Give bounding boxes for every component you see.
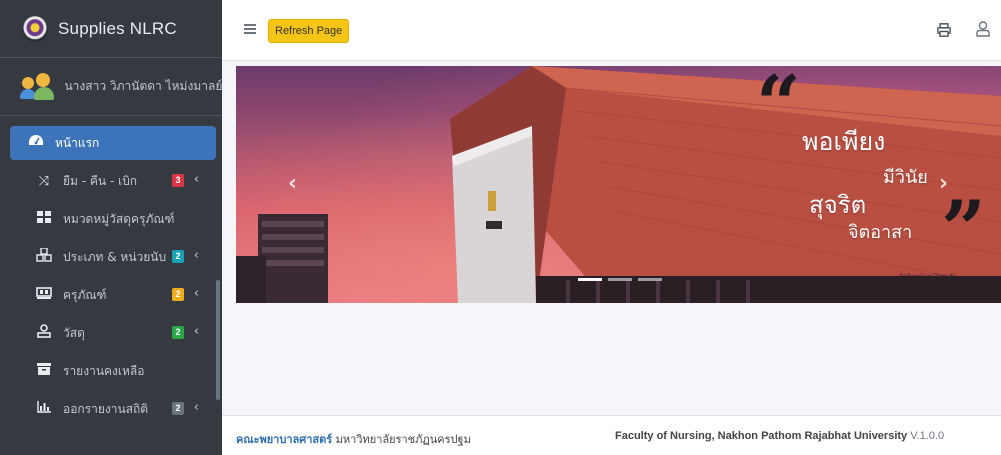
chevron-left-icon: ‹ [193, 286, 199, 301]
carousel-prev-icon[interactable]: ‹ [288, 171, 297, 196]
sidebar-nav: หน้าแรก ⤨ ยืม - คืน - เบิก 3 ‹ หมวดหมู่ว… [0, 116, 222, 426]
sidebar-item-label: ครุภัณฑ์ [63, 287, 107, 302]
chevron-left-icon: ‹ [193, 324, 199, 339]
sidebar-item-categories[interactable]: หมวดหมู่วัสดุครุภัณฑ์ [8, 202, 214, 236]
sidebar-item-label: ประเภท & หน่วยนับ [63, 249, 167, 264]
user-group-icon [20, 72, 54, 101]
quote-open-mark: “ [756, 66, 801, 150]
menu-toggle-icon[interactable] [244, 24, 256, 34]
sidebar-item-label: รายงานคงเหลือ [63, 363, 145, 378]
banner-credit: อัตลักษณ์มหาวิทยาลัย [899, 273, 957, 280]
sidebar-item-label: หมวดหมู่วัสดุครุภัณฑ์ [63, 211, 175, 226]
carousel-indicator[interactable] [608, 278, 632, 281]
version-label: V.1.0.0 [910, 430, 945, 442]
sidebar-item-label: วัสดุ [63, 325, 85, 340]
brand-logo [22, 15, 48, 42]
sidebar-item-balance-report[interactable]: รายงานคงเหลือ [8, 354, 214, 388]
user-account-icon[interactable] [976, 21, 990, 37]
carousel-next-icon[interactable]: › [939, 171, 948, 196]
brand-link[interactable]: Supplies NLRC [0, 0, 222, 58]
motto-line-1: พอเพียง [802, 127, 886, 156]
carousel-indicator[interactable] [578, 278, 602, 281]
faculty-link[interactable]: คณะพยาบาลศาสตร์ [236, 433, 332, 446]
page-footer: คณะพยาบาลศาสตร์ มหาวิทยาลัยราชภัฏนครปฐม … [222, 415, 1001, 455]
footer-right: Faculty of Nursing, Nakhon Pathom Rajabh… [615, 430, 944, 442]
sidebar-item-equipment[interactable]: ครุภัณฑ์ 2 ‹ [8, 278, 214, 312]
quote-close-mark: ” [941, 184, 986, 275]
user-box-icon [35, 324, 53, 342]
carousel-indicators [578, 278, 668, 281]
motto-line-2: มีวินัย [883, 167, 928, 188]
sidebar-item-home[interactable]: หน้าแรก [10, 126, 216, 160]
shuffle-icon: ⤨ [38, 173, 50, 189]
brand-text: Supplies NLRC [58, 18, 177, 38]
banner-carousel: “ ” พอเพียง มีวินัย สุจริต จิตอาสา อัตลั… [236, 66, 1001, 303]
faculty-name-en: Faculty of Nursing, Nakhon Pathom Rajabh… [615, 430, 908, 442]
user-name: นางสาว วิภานัตดา ไหม่งมาลย์ [64, 79, 222, 93]
chevron-left-icon: ‹ [193, 400, 199, 415]
footer-left: คณะพยาบาลศาสตร์ มหาวิทยาลัยราชภัฏนครปฐม [236, 430, 471, 448]
print-icon[interactable] [937, 22, 951, 37]
count-badge: 3 [172, 174, 184, 187]
sidebar-item-statistics[interactable]: ออกรายงานสถิติ 2 ‹ [8, 392, 214, 426]
sidebar-item-label: หน้าแรก [55, 135, 100, 150]
sidebar-item-label: ยืม - คืน - เบิก [63, 173, 138, 188]
chevron-left-icon: ‹ [193, 248, 199, 263]
cubes-icon [35, 247, 53, 266]
chevron-left-icon: ‹ [193, 172, 199, 187]
sidebar-item-types-units[interactable]: ประเภท & หน่วยนับ 2 ‹ [8, 240, 214, 274]
university-name: มหาวิทยาลัยราชภัฏนครปฐม [332, 433, 471, 446]
sidebar: Supplies NLRC นางสาว วิภานัตดา ไหม่งมาลย… [0, 0, 222, 455]
sidebar-item-borrow-return[interactable]: ⤨ ยืม - คืน - เบิก 3 ‹ [8, 164, 214, 198]
sidebar-item-label: ออกรายงานสถิติ [63, 401, 149, 416]
sidebar-item-supplies[interactable]: วัสดุ 2 ‹ [8, 316, 214, 350]
count-badge: 2 [172, 250, 184, 263]
count-badge: 2 [172, 288, 184, 301]
motto-line-4: จิตอาสา [848, 222, 913, 243]
count-badge: 2 [172, 402, 184, 415]
user-panel[interactable]: นางสาว วิภานัตดา ไหม่งมาลย์ [0, 58, 222, 116]
equipment-icon [35, 286, 53, 304]
count-badge: 2 [172, 326, 184, 339]
refresh-page-button[interactable]: Refresh Page [268, 19, 350, 43]
dashboard-icon [27, 134, 45, 152]
sidebar-scrollbar[interactable] [216, 280, 220, 400]
chart-icon [35, 401, 53, 417]
top-navbar: Refresh Page [222, 0, 1001, 61]
grid-icon [35, 211, 53, 227]
archive-icon [35, 363, 53, 379]
carousel-indicator[interactable] [638, 278, 662, 281]
